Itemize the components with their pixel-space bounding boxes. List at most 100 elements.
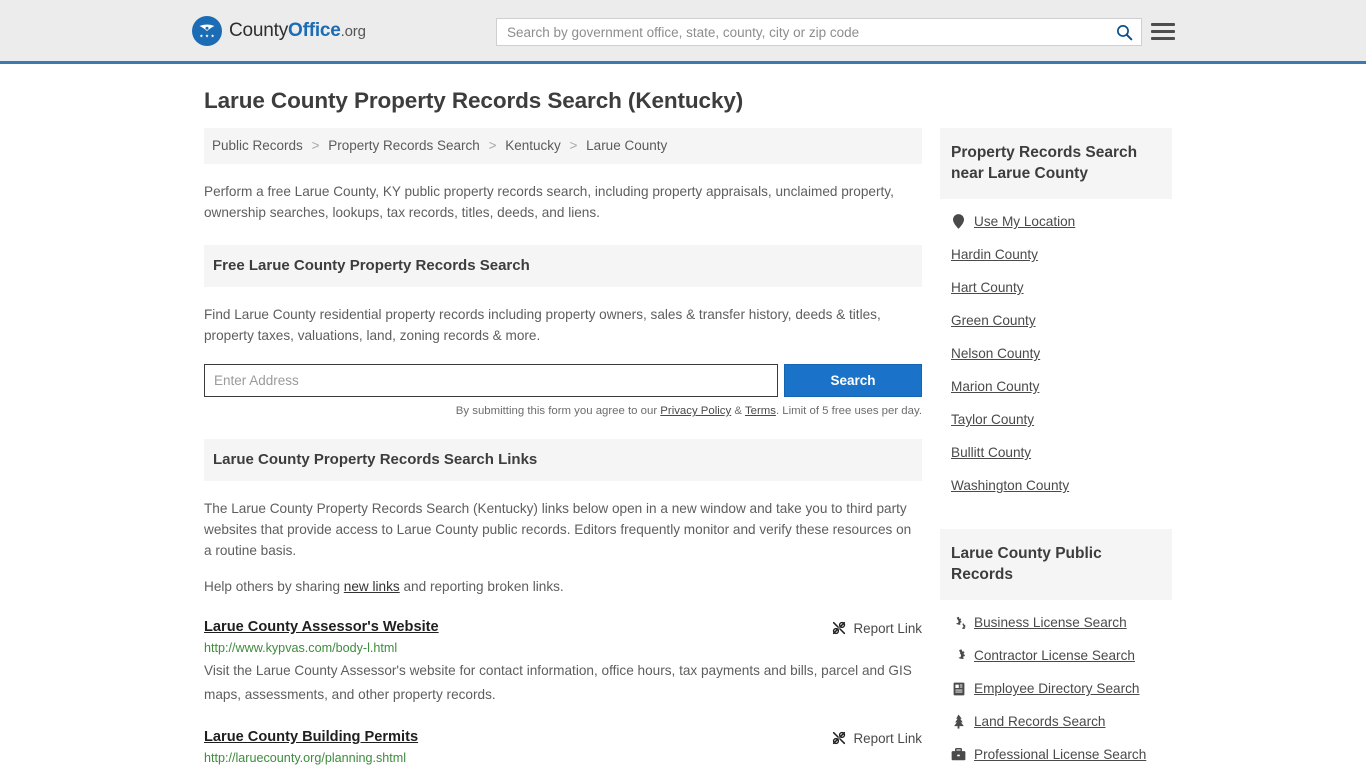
- sidebar-link-label[interactable]: Bullitt County: [951, 445, 1031, 460]
- sidebar-public-records-heading: Larue County Public Records: [940, 529, 1172, 600]
- form-disclaimer: By submitting this form you agree to our…: [204, 405, 922, 417]
- broken-link-icon: [832, 621, 845, 635]
- page-title: Larue County Property Records Search (Ke…: [204, 88, 744, 113]
- site-logo-text: CountyOffice.org: [229, 20, 366, 42]
- county-office-eagle-logo-icon: [192, 15, 222, 46]
- briefcase-icon: [951, 748, 966, 761]
- search-input[interactable]: [497, 19, 1107, 45]
- breadcrumb-item-larue-county[interactable]: Larue County: [586, 138, 667, 153]
- address-search-form: Search: [204, 364, 922, 397]
- result-url[interactable]: http://www.kypvas.com/body-l.html: [204, 641, 922, 655]
- hamburger-bar: [1151, 29, 1175, 33]
- free-search-description: Find Larue County residential property r…: [204, 307, 881, 343]
- share-note-after: and reporting broken links.: [399, 579, 564, 594]
- sidebar-nearby-heading: Property Records Search near Larue Count…: [940, 128, 1172, 199]
- id-card-icon: [951, 682, 966, 696]
- global-search-bar[interactable]: [496, 18, 1142, 46]
- result-header-row: Larue County Building Permits Report Lin…: [204, 729, 922, 746]
- logo-text-tld: .org: [340, 22, 366, 40]
- result-title-link[interactable]: Larue County Building Permits: [204, 729, 418, 745]
- sidebar-item-hart-county[interactable]: Hart County: [940, 271, 1172, 304]
- search-submit-button[interactable]: [1107, 19, 1141, 45]
- page-intro-text: Perform a free Larue County, KY public p…: [204, 184, 894, 220]
- disclaimer-amp: &: [731, 405, 745, 417]
- use-my-location-label[interactable]: Use My Location: [974, 214, 1075, 229]
- sidebar-item-washington-county[interactable]: Washington County: [940, 469, 1172, 502]
- links-section-paragraph: The Larue County Property Records Search…: [204, 501, 912, 558]
- sidebar-item-professional-license-search[interactable]: Professional License Search: [940, 738, 1172, 768]
- sidebar-item-taylor-county[interactable]: Taylor County: [940, 403, 1172, 436]
- sidebar-link-label[interactable]: Marion County: [951, 379, 1039, 394]
- search-icon: [1116, 24, 1132, 40]
- sidebar-item-hardin-county[interactable]: Hardin County: [940, 238, 1172, 271]
- site-header: CountyOffice.org: [0, 0, 1366, 64]
- result-title-link[interactable]: Larue County Assessor's Website: [204, 619, 439, 635]
- breadcrumb-item-public-records[interactable]: Public Records: [212, 138, 303, 153]
- sidebar-link-label[interactable]: Professional License Search: [974, 747, 1146, 762]
- share-note-before: Help others by sharing: [204, 579, 344, 594]
- hamburger-menu-icon[interactable]: [1151, 19, 1175, 43]
- logo-text-county: County: [229, 19, 289, 41]
- breadcrumb-separator: >: [311, 138, 320, 153]
- breadcrumb-separator: >: [569, 138, 578, 153]
- breadcrumb: Public Records > Property Records Search…: [204, 128, 922, 164]
- result-description: Visit the Larue County Assessor's websit…: [204, 663, 912, 702]
- tree-icon: [951, 714, 966, 729]
- breadcrumb-item-property-records-search[interactable]: Property Records Search: [328, 138, 480, 153]
- sidebar: Property Records Search near Larue Count…: [940, 128, 1172, 768]
- result-url[interactable]: http://laruecounty.org/planning.shtml: [204, 751, 922, 765]
- sidebar-link-label[interactable]: Contractor License Search: [974, 648, 1135, 663]
- logo-text-office: Office: [288, 19, 341, 41]
- sidebar-public-records-block: Larue County Public Records Business Lic…: [940, 529, 1172, 768]
- report-link-label: Report Link: [853, 730, 922, 746]
- cog-icon: [951, 648, 966, 663]
- breadcrumb-separator: >: [488, 138, 497, 153]
- sidebar-link-label[interactable]: Land Records Search: [974, 714, 1105, 729]
- hamburger-bar: [1151, 22, 1175, 26]
- sidebar-item-nelson-county[interactable]: Nelson County: [940, 337, 1172, 370]
- sidebar-link-label[interactable]: Hardin County: [951, 247, 1038, 262]
- free-search-heading: Free Larue County Property Records Searc…: [204, 245, 922, 287]
- sidebar-link-label[interactable]: Taylor County: [951, 412, 1034, 427]
- map-pin-icon: [951, 214, 966, 229]
- address-search-button[interactable]: Search: [784, 364, 922, 397]
- result-item: Larue County Assessor's Website Report L…: [204, 619, 922, 707]
- sidebar-link-label[interactable]: Employee Directory Search: [974, 681, 1139, 696]
- sidebar-link-label[interactable]: Business License Search: [974, 615, 1127, 630]
- share-links-note: Help others by sharing new links and rep…: [204, 576, 922, 597]
- links-section-heading: Larue County Property Records Search Lin…: [204, 439, 922, 481]
- content-columns: Public Records > Property Records Search…: [204, 128, 1174, 768]
- new-links-link[interactable]: new links: [344, 579, 400, 594]
- disclaimer-text-before: By submitting this form you agree to our: [455, 405, 661, 417]
- sidebar-item-employee-directory-search[interactable]: Employee Directory Search: [940, 672, 1172, 705]
- sidebar-item-bullitt-county[interactable]: Bullitt County: [940, 436, 1172, 469]
- sidebar-item-contractor-license-search[interactable]: Contractor License Search: [940, 639, 1172, 672]
- sidebar-nearby-list: Use My Location Hardin County Hart Count…: [940, 205, 1172, 502]
- cogs-icon: [951, 616, 966, 630]
- sidebar-item-marion-county[interactable]: Marion County: [940, 370, 1172, 403]
- broken-link-icon: [832, 731, 845, 745]
- report-link-button[interactable]: Report Link: [831, 619, 922, 636]
- sidebar-link-label[interactable]: Hart County: [951, 280, 1024, 295]
- privacy-policy-link[interactable]: Privacy Policy: [660, 405, 731, 417]
- report-link-button[interactable]: Report Link: [831, 729, 922, 746]
- sidebar-item-business-license-search[interactable]: Business License Search: [940, 606, 1172, 639]
- report-link-label: Report Link: [853, 620, 922, 636]
- breadcrumb-item-kentucky[interactable]: Kentucky: [505, 138, 561, 153]
- sidebar-link-label[interactable]: Nelson County: [951, 346, 1040, 361]
- site-logo[interactable]: CountyOffice.org: [192, 15, 366, 46]
- main-column: Public Records > Property Records Search…: [204, 128, 922, 768]
- hamburger-bar: [1151, 36, 1175, 40]
- sidebar-item-use-my-location[interactable]: Use My Location: [940, 205, 1172, 238]
- sidebar-public-records-list: Business License Search Contractor Licen…: [940, 606, 1172, 768]
- sidebar-item-green-county[interactable]: Green County: [940, 304, 1172, 337]
- disclaimer-text-after: . Limit of 5 free uses per day.: [775, 405, 922, 417]
- terms-link[interactable]: Terms: [745, 405, 776, 417]
- sidebar-link-label[interactable]: Green County: [951, 313, 1036, 328]
- address-input[interactable]: [204, 364, 778, 397]
- result-item: Larue County Building Permits Report Lin…: [204, 729, 922, 768]
- page-container: Larue County Property Records Search (Ke…: [0, 88, 1366, 768]
- result-header-row: Larue County Assessor's Website Report L…: [204, 619, 922, 636]
- sidebar-link-label[interactable]: Washington County: [951, 478, 1069, 493]
- sidebar-item-land-records-search[interactable]: Land Records Search: [940, 705, 1172, 738]
